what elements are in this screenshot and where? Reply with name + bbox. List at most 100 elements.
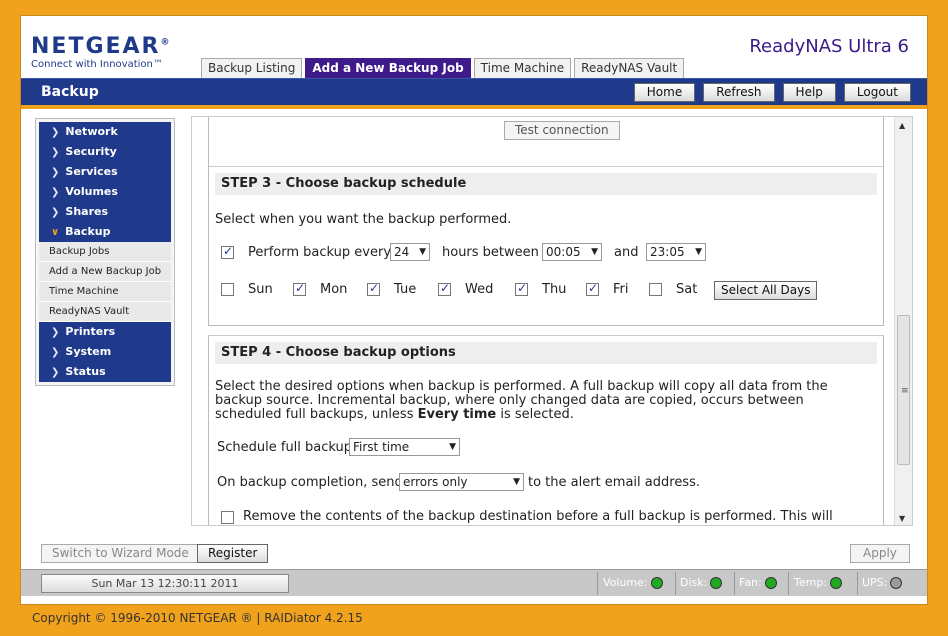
dropdown-arrow-icon: ▼ xyxy=(419,247,426,257)
step3-panel: STEP 3 - Choose backup schedule Select w… xyxy=(208,166,884,326)
select-all-days-button[interactable]: Select All Days xyxy=(714,281,818,300)
day-checkbox-sun[interactable] xyxy=(221,283,234,296)
end-time-select[interactable]: 23:05 ▼ xyxy=(646,243,706,261)
test-connection-button[interactable]: Test connection xyxy=(504,121,620,140)
divider xyxy=(788,572,789,595)
content-scrollbar[interactable]: ▲ ≡ ▼ xyxy=(894,117,912,525)
sidebar-item-network[interactable]: ❯ Network xyxy=(39,122,171,142)
day-label-fri: Fri xyxy=(613,282,629,297)
scroll-thumb[interactable]: ≡ xyxy=(897,315,910,465)
chevron-right-icon: ❯ xyxy=(51,147,60,158)
tab-time-machine[interactable]: Time Machine xyxy=(473,58,572,78)
divider xyxy=(597,572,598,595)
scroll-up-icon[interactable]: ▲ xyxy=(899,121,905,130)
clock-display: Sun Mar 13 12:30:11 2011 xyxy=(41,574,289,593)
full-backup-label: Schedule full backup xyxy=(217,440,353,455)
completion-select[interactable]: errors only ▼ xyxy=(399,473,524,491)
full-backup-select[interactable]: First time ▼ xyxy=(349,438,460,456)
day-checkbox-mon[interactable] xyxy=(293,281,306,296)
and-label: and xyxy=(614,245,639,260)
action-bar: Switch to Wizard Mode Register Apply xyxy=(21,541,927,567)
tab-add-new-backup-job[interactable]: Add a New Backup Job xyxy=(305,58,471,78)
divider xyxy=(857,572,858,595)
interval-select[interactable]: 24 ▼ xyxy=(390,243,430,261)
tab-readynas-vault[interactable]: ReadyNAS Vault xyxy=(574,58,685,78)
chevron-down-icon: ∨ xyxy=(51,227,60,238)
status-bar: Sun Mar 13 12:30:11 2011 Volume: Disk: F… xyxy=(21,569,927,596)
help-button[interactable]: Help xyxy=(782,83,836,102)
tab-backup-listing[interactable]: Backup Listing xyxy=(201,58,303,78)
perform-backup-label: Perform backup every xyxy=(248,245,392,260)
switch-to-wizard-button[interactable]: Switch to Wizard Mode xyxy=(41,544,200,563)
sidebar-item-status[interactable]: ❯ Status xyxy=(39,362,171,382)
status-fan[interactable]: Fan: xyxy=(739,576,777,589)
day-checkbox-fri[interactable] xyxy=(586,281,599,296)
sidebar-item-shares[interactable]: ❯ Shares xyxy=(39,202,171,222)
day-label-thu: Thu xyxy=(542,282,567,297)
apply-button[interactable]: Apply xyxy=(850,544,910,563)
day-label-wed: Wed xyxy=(465,282,494,297)
copyright-text: Copyright © 1996-2010 NETGEAR ® | RAIDia… xyxy=(32,611,363,625)
sidebar-subitem-backup-jobs[interactable]: Backup Jobs xyxy=(39,242,171,262)
remove-contents-label: Remove the contents of the backup destin… xyxy=(243,509,833,524)
scroll-down-icon[interactable]: ▼ xyxy=(899,514,905,523)
step3-instruction: Select when you want the backup performe… xyxy=(215,212,512,227)
day-label-sun: Sun xyxy=(248,282,273,297)
start-time-select[interactable]: 00:05 ▼ xyxy=(542,243,602,261)
sidebar-subitem-readynas-vault[interactable]: ReadyNAS Vault xyxy=(39,302,171,322)
chevron-right-icon: ❯ xyxy=(51,367,60,378)
app-frame: NETGEAR® Connect with Innovation™ ReadyN… xyxy=(20,15,928,605)
status-led-icon xyxy=(890,577,903,589)
perform-backup-checkbox[interactable] xyxy=(221,244,234,259)
remove-contents-checkbox[interactable] xyxy=(221,511,234,524)
brand-tagline: Connect with Innovation™ xyxy=(31,59,163,70)
sidebar-item-printers[interactable]: ❯ Printers xyxy=(39,322,171,342)
tab-bar: Backup Listing Add a New Backup Job Time… xyxy=(201,58,685,78)
day-label-tue: Tue xyxy=(394,282,417,297)
chevron-right-icon: ❯ xyxy=(51,207,60,218)
sidebar-item-security[interactable]: ❯ Security xyxy=(39,142,171,162)
status-led-icon xyxy=(830,577,843,589)
step4-description: Select the desired options when backup i… xyxy=(215,379,828,422)
chevron-right-icon: ❯ xyxy=(51,127,60,138)
day-label-mon: Mon xyxy=(320,282,348,297)
day-label-sat: Sat xyxy=(676,282,698,297)
sidebar-subitem-add-new-backup-job[interactable]: Add a New Backup Job xyxy=(39,262,171,282)
dropdown-arrow-icon: ▼ xyxy=(513,477,520,487)
day-checkbox-thu[interactable] xyxy=(515,281,528,296)
dropdown-arrow-icon: ▼ xyxy=(449,442,456,452)
status-led-icon xyxy=(710,577,723,589)
sidebar-item-backup[interactable]: ∨ Backup xyxy=(39,222,171,242)
status-volume[interactable]: Volume: xyxy=(603,576,663,589)
day-checkbox-tue[interactable] xyxy=(367,281,380,296)
chevron-right-icon: ❯ xyxy=(51,167,60,178)
hours-between-label: hours between xyxy=(442,245,539,260)
register-button[interactable]: Register xyxy=(197,544,269,563)
status-disk[interactable]: Disk: xyxy=(680,576,723,589)
status-ups[interactable]: UPS: xyxy=(862,576,903,589)
sidebar-item-system[interactable]: ❯ System xyxy=(39,342,171,362)
sidebar-item-services[interactable]: ❯ Services xyxy=(39,162,171,182)
day-checkbox-wed[interactable] xyxy=(438,281,451,296)
day-checkbox-sat[interactable] xyxy=(649,283,662,296)
brand-registered: ® xyxy=(160,37,172,48)
product-name: ReadyNAS Ultra 6 xyxy=(749,36,909,57)
page-title: Backup xyxy=(41,84,99,100)
netgear-logo: NETGEAR® Connect with Innovation™ xyxy=(31,34,172,70)
logout-button[interactable]: Logout xyxy=(843,83,911,102)
refresh-button[interactable]: Refresh xyxy=(703,83,775,102)
chevron-right-icon: ❯ xyxy=(51,347,60,358)
step3-header: STEP 3 - Choose backup schedule xyxy=(215,173,877,195)
content-pane: Test connection STEP 3 - Choose backup s… xyxy=(191,116,913,526)
chevron-right-icon: ❯ xyxy=(51,327,60,338)
sidebar-item-volumes[interactable]: ❯ Volumes xyxy=(39,182,171,202)
status-led-icon xyxy=(650,577,663,589)
sidebar: ❯ Network ❯ Security ❯ Services ❯ Volumes ❯ S… xyxy=(35,118,175,386)
completion-label: On backup completion, send xyxy=(217,475,403,490)
brand-name: NETGEAR xyxy=(31,34,161,59)
title-bar: Backup Home Refresh Help Logout xyxy=(21,78,927,105)
status-temp[interactable]: Temp: xyxy=(794,576,843,589)
sidebar-subitem-time-machine[interactable]: Time Machine xyxy=(39,282,171,302)
divider xyxy=(21,105,927,109)
home-button[interactable]: Home xyxy=(633,83,696,102)
